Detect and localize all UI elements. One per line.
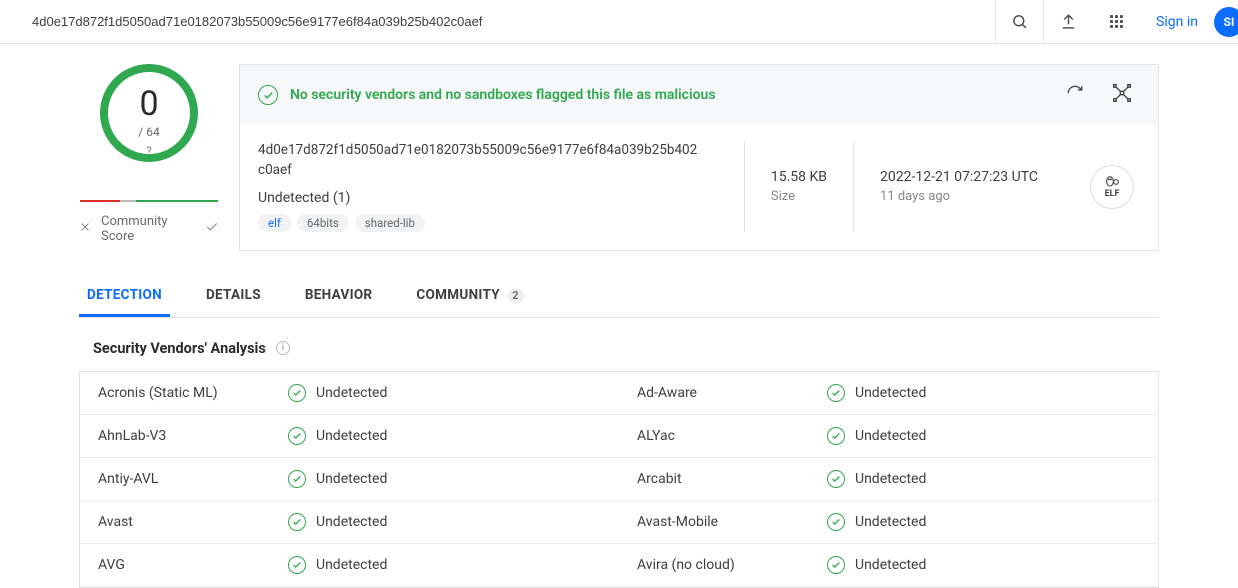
undetected-check-icon [827,513,845,531]
community-score-label: Community Score [101,214,195,244]
tag-elf[interactable]: elf [258,214,291,232]
vendor-cell: AvastUndetected [80,501,619,543]
undetected-check-icon [288,513,306,531]
vendors-table: Acronis (Static ML)UndetectedAd-AwareUnd… [79,371,1159,588]
vendor-verdict: Undetected [288,470,387,488]
vendor-verdict: Undetected [288,556,387,574]
vendor-cell: ALYacUndetected [619,415,1158,457]
reanalyze-button[interactable] [1058,80,1092,110]
vendor-cell: Antiy-AVLUndetected [80,458,619,500]
vendor-verdict: Undetected [827,384,926,402]
score-column: 0 / 64 ? Community Score [79,64,219,251]
vendor-cell: Ad-AwareUndetected [619,372,1158,414]
vendor-name: Antiy-AVL [98,471,288,487]
apps-grid-icon [1108,13,1125,30]
vendor-name: AhnLab-V3 [98,428,288,444]
tabs: DETECTION DETAILS BEHAVIOR COMMUNITY 2 [79,277,1159,317]
search-box [20,0,996,43]
vendor-verdict: Undetected [827,513,926,531]
vendor-cell: AhnLab-V3Undetected [80,415,619,457]
upload-icon [1060,13,1077,30]
vendor-cell: Avast-MobileUndetected [619,501,1158,543]
undetected-check-icon [827,427,845,445]
search-button[interactable] [996,0,1044,44]
search-icon [1011,13,1028,30]
topbar: Sign in SI [0,0,1238,44]
vendor-cell: Acronis (Static ML)Undetected [80,372,619,414]
vendor-row: AVGUndetectedAvira (no cloud)Undetected [80,544,1158,587]
score-denominator: / 64 [138,125,159,139]
vendor-row: AvastUndetectedAvast-MobileUndetected [80,501,1158,544]
vendor-name: Avast-Mobile [637,514,827,530]
vendor-name: Avast [98,514,288,530]
score-bar [80,200,218,202]
tab-community-count: 2 [508,288,524,304]
vendor-verdict: Undetected [288,384,387,402]
tag-64bits[interactable]: 64bits [297,214,349,232]
date-value: 2022-12-21 07:27:23 UTC [880,169,1038,185]
undetected-check-icon [827,384,845,402]
avatar[interactable]: SI [1214,7,1238,37]
file-hash: 4d0e17d872f1d5050ad71e0182073b55009c56e9… [258,141,698,180]
vendor-row: AhnLab-V3UndetectedALYacUndetected [80,415,1158,458]
filetype-badge: ELF [1090,165,1134,209]
graph-button[interactable] [1104,79,1140,111]
undetected-check-icon [288,470,306,488]
vendor-cell: AVGUndetected [80,544,619,586]
score-unknown-marker: ? [146,144,152,158]
summary-card: No security vendors and no sandboxes fla… [239,64,1159,251]
safety-message: No security vendors and no sandboxes fla… [290,87,716,103]
community-score: Community Score [79,214,219,244]
size-cell: 15.58 KB Size [744,141,853,232]
vendor-row: Antiy-AVLUndetectedArcabitUndetected [80,458,1158,501]
vendor-cell: Avira (no cloud)Undetected [619,544,1158,586]
tab-details[interactable]: DETAILS [198,277,269,316]
apps-button[interactable] [1092,0,1140,44]
section-header: Security Vendors' Analysis i [79,336,1159,371]
undetected-check-icon [288,556,306,574]
filetype-label: ELF [1105,189,1120,199]
upload-button[interactable] [1044,0,1092,44]
vendor-verdict: Undetected [288,513,387,531]
tab-behavior[interactable]: BEHAVIOR [297,277,381,316]
tab-detection[interactable]: DETECTION [79,277,170,316]
undetected-check-icon [827,470,845,488]
date-cell: 2022-12-21 07:27:23 UTC 11 days ago [853,141,1064,232]
tab-community[interactable]: COMMUNITY 2 [408,277,531,316]
penguin-icon [1102,174,1122,190]
vendor-name: Arcabit [637,471,827,487]
vendor-verdict: Undetected [827,470,926,488]
undetected-check-icon [827,556,845,574]
vendor-name: ALYac [637,428,827,444]
undetected-check-icon [288,384,306,402]
vendor-verdict: Undetected [827,427,926,445]
graph-icon [1112,83,1132,103]
vendor-name: AVG [98,557,288,573]
signin-link[interactable]: Sign in [1140,14,1214,30]
vendor-row: Acronis (Static ML)UndetectedAd-AwareUnd… [80,372,1158,415]
score-numerator: 0 [139,87,158,121]
file-name: Undetected (1) [258,190,724,206]
undetected-check-icon [288,427,306,445]
check-icon [205,220,219,238]
tags-row: elf 64bits shared-lib [258,214,724,232]
vendor-verdict: Undetected [827,556,926,574]
vendor-verdict: Undetected [288,427,387,445]
x-icon [79,221,91,237]
search-input[interactable] [32,14,983,29]
section-title: Security Vendors' Analysis [93,340,266,357]
tag-shared-lib[interactable]: shared-lib [355,214,425,232]
vendor-name: Avira (no cloud) [637,557,827,573]
tab-community-label: COMMUNITY [416,287,500,303]
safety-banner: No security vendors and no sandboxes fla… [240,65,1158,125]
vendor-cell: ArcabitUndetected [619,458,1158,500]
vendor-name: Ad-Aware [637,385,827,401]
size-label: Size [771,189,827,204]
date-relative: 11 days ago [880,189,1038,204]
safe-check-icon [258,85,278,105]
vendor-name: Acronis (Static ML) [98,385,288,401]
info-icon[interactable]: i [276,341,290,355]
size-value: 15.58 KB [771,169,827,185]
refresh-icon [1066,84,1084,102]
